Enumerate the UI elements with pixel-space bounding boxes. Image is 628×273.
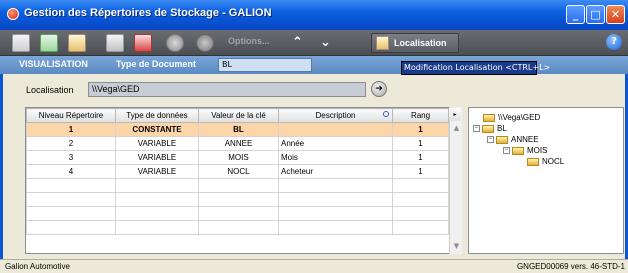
tree-node-label: ANNEE — [511, 135, 539, 144]
localisation-label: Localisation — [26, 85, 74, 95]
column-header-rang[interactable]: Rang — [392, 108, 449, 123]
window-title: Gestion des Répertoires de Stockage - GA… — [24, 7, 272, 19]
cell-type: VARIABLE — [115, 164, 199, 179]
cell-valeur: ANNEE — [198, 136, 279, 151]
close-button[interactable]: ✕ — [606, 5, 625, 24]
folder-icon — [512, 146, 524, 155]
copy-icon[interactable] — [106, 34, 124, 52]
tree-node-bl[interactable]: − BL — [473, 123, 507, 134]
cell-valeur: NOCL — [198, 164, 279, 179]
toolbar: Options... ⌃ ⌄ Localisation ? — [0, 30, 628, 56]
cell-rang: 1 — [392, 150, 449, 165]
app-window: Gestion des Répertoires de Stockage - GA… — [0, 0, 628, 273]
column-header-description-label: Description — [315, 111, 356, 120]
cell-description: Mois — [278, 150, 393, 165]
tree-node-nocl[interactable]: NOCL — [527, 156, 564, 167]
options-menu[interactable]: Options... — [228, 36, 270, 46]
column-header-type[interactable]: Type de données — [115, 108, 199, 123]
localisation-button-label: Localisation — [394, 38, 447, 48]
tree-node-label: \\Vega\GED — [498, 113, 541, 122]
cell-niveau: 2 — [26, 136, 116, 151]
table-row[interactable]: 2 VARIABLE ANNEE Année 1 — [26, 136, 449, 151]
folder-icon — [482, 124, 494, 133]
new-document-icon[interactable] — [12, 34, 30, 52]
folder-icon — [527, 157, 539, 166]
column-header-valeur[interactable]: Valeur de la clé — [198, 108, 279, 123]
localisation-input[interactable]: \\Vega\GED — [88, 82, 366, 97]
cell-type: VARIABLE — [115, 150, 199, 165]
cell-niveau: 3 — [26, 150, 116, 165]
localisation-tooltip: Modification Localisation <CTRL+L> — [401, 61, 550, 75]
collapse-icon[interactable]: − — [487, 136, 494, 144]
table-row-empty[interactable] — [26, 206, 449, 221]
app-icon — [7, 8, 19, 20]
table-row[interactable]: 3 VARIABLE MOIS Mois 1 — [26, 150, 449, 165]
cell-valeur: MOIS — [198, 150, 279, 165]
table-header-row: Niveau Répertoire Type de données Valeur… — [26, 108, 449, 123]
cell-description: Acheteur — [278, 164, 393, 179]
table-row-empty[interactable] — [26, 192, 449, 207]
tree-node-label: MOIS — [527, 146, 548, 155]
tree-node-label: BL — [497, 124, 507, 133]
table-row[interactable]: 4 VARIABLE NOCL Acheteur 1 — [26, 164, 449, 179]
type-document-label: Type de Document — [116, 59, 196, 69]
directory-levels-table: Niveau Répertoire Type de données Valeur… — [25, 107, 462, 254]
maximize-button[interactable]: □ — [586, 5, 605, 24]
delete-icon[interactable] — [134, 34, 152, 52]
cell-rang: 1 — [392, 136, 449, 151]
visualisation-label: VISUALISATION — [19, 59, 88, 69]
scroll-up-icon[interactable]: ▲ — [451, 123, 462, 134]
title-bar: Gestion des Répertoires de Stockage - GA… — [0, 0, 628, 30]
search-icon[interactable] — [383, 111, 389, 117]
status-company: Galion Automotive — [5, 262, 70, 271]
tree-node-root[interactable]: \\Vega\GED — [483, 112, 540, 123]
localisation-icon — [376, 36, 389, 50]
tree-node-label: NOCL — [542, 157, 565, 166]
cell-rang: 1 — [392, 122, 449, 137]
cell-niveau: 4 — [26, 164, 116, 179]
cell-rang: 1 — [392, 164, 449, 179]
table-row-empty[interactable] — [26, 220, 449, 235]
help-icon[interactable]: ? — [606, 34, 622, 50]
minimize-button[interactable]: _ — [566, 5, 585, 24]
table-scrollbar[interactable]: ▲ ▼ — [449, 107, 462, 254]
table-row[interactable]: 1 CONSTANTE BL 1 — [26, 122, 449, 137]
cell-niveau: 1 — [26, 122, 116, 137]
column-header-niveau[interactable]: Niveau Répertoire — [26, 108, 116, 123]
column-menu-icon[interactable]: ▸ — [449, 108, 461, 121]
cell-type: VARIABLE — [115, 136, 199, 151]
tree-node-mois[interactable]: − MOIS — [503, 145, 547, 156]
folder-icon — [496, 135, 508, 144]
cell-description: Année — [278, 136, 393, 151]
column-header-description[interactable]: Description — [278, 108, 393, 123]
directory-tree: \\Vega\GED − BL − ANNEE − MOIS NOCL — [468, 107, 624, 254]
tree-node-annee[interactable]: − ANNEE — [487, 134, 539, 145]
save-icon[interactable] — [40, 34, 58, 52]
go-arrow-icon[interactable]: ➔ — [371, 81, 387, 97]
move-up-icon[interactable]: ⌃ — [292, 35, 303, 50]
status-version: GNGED00069 vers. 46-STD-1 — [516, 262, 625, 271]
folder-icon — [483, 113, 495, 122]
cell-valeur: BL — [198, 122, 279, 137]
validate-icon[interactable] — [166, 34, 184, 52]
cell-description — [278, 122, 393, 137]
move-down-icon[interactable]: ⌄ — [320, 35, 331, 50]
collapse-icon[interactable]: − — [503, 147, 510, 155]
collapse-icon[interactable]: − — [473, 125, 480, 133]
scroll-down-icon[interactable]: ▼ — [451, 241, 462, 252]
status-bar: Galion Automotive GNGED00069 vers. 46-ST… — [0, 259, 628, 273]
localisation-button[interactable]: Localisation — [371, 33, 459, 53]
folder-edit-icon[interactable] — [68, 34, 86, 52]
cancel-icon[interactable] — [196, 34, 214, 52]
type-document-field[interactable]: BL — [218, 58, 312, 72]
table-row-empty[interactable] — [26, 178, 449, 193]
cell-type: CONSTANTE — [115, 122, 199, 137]
